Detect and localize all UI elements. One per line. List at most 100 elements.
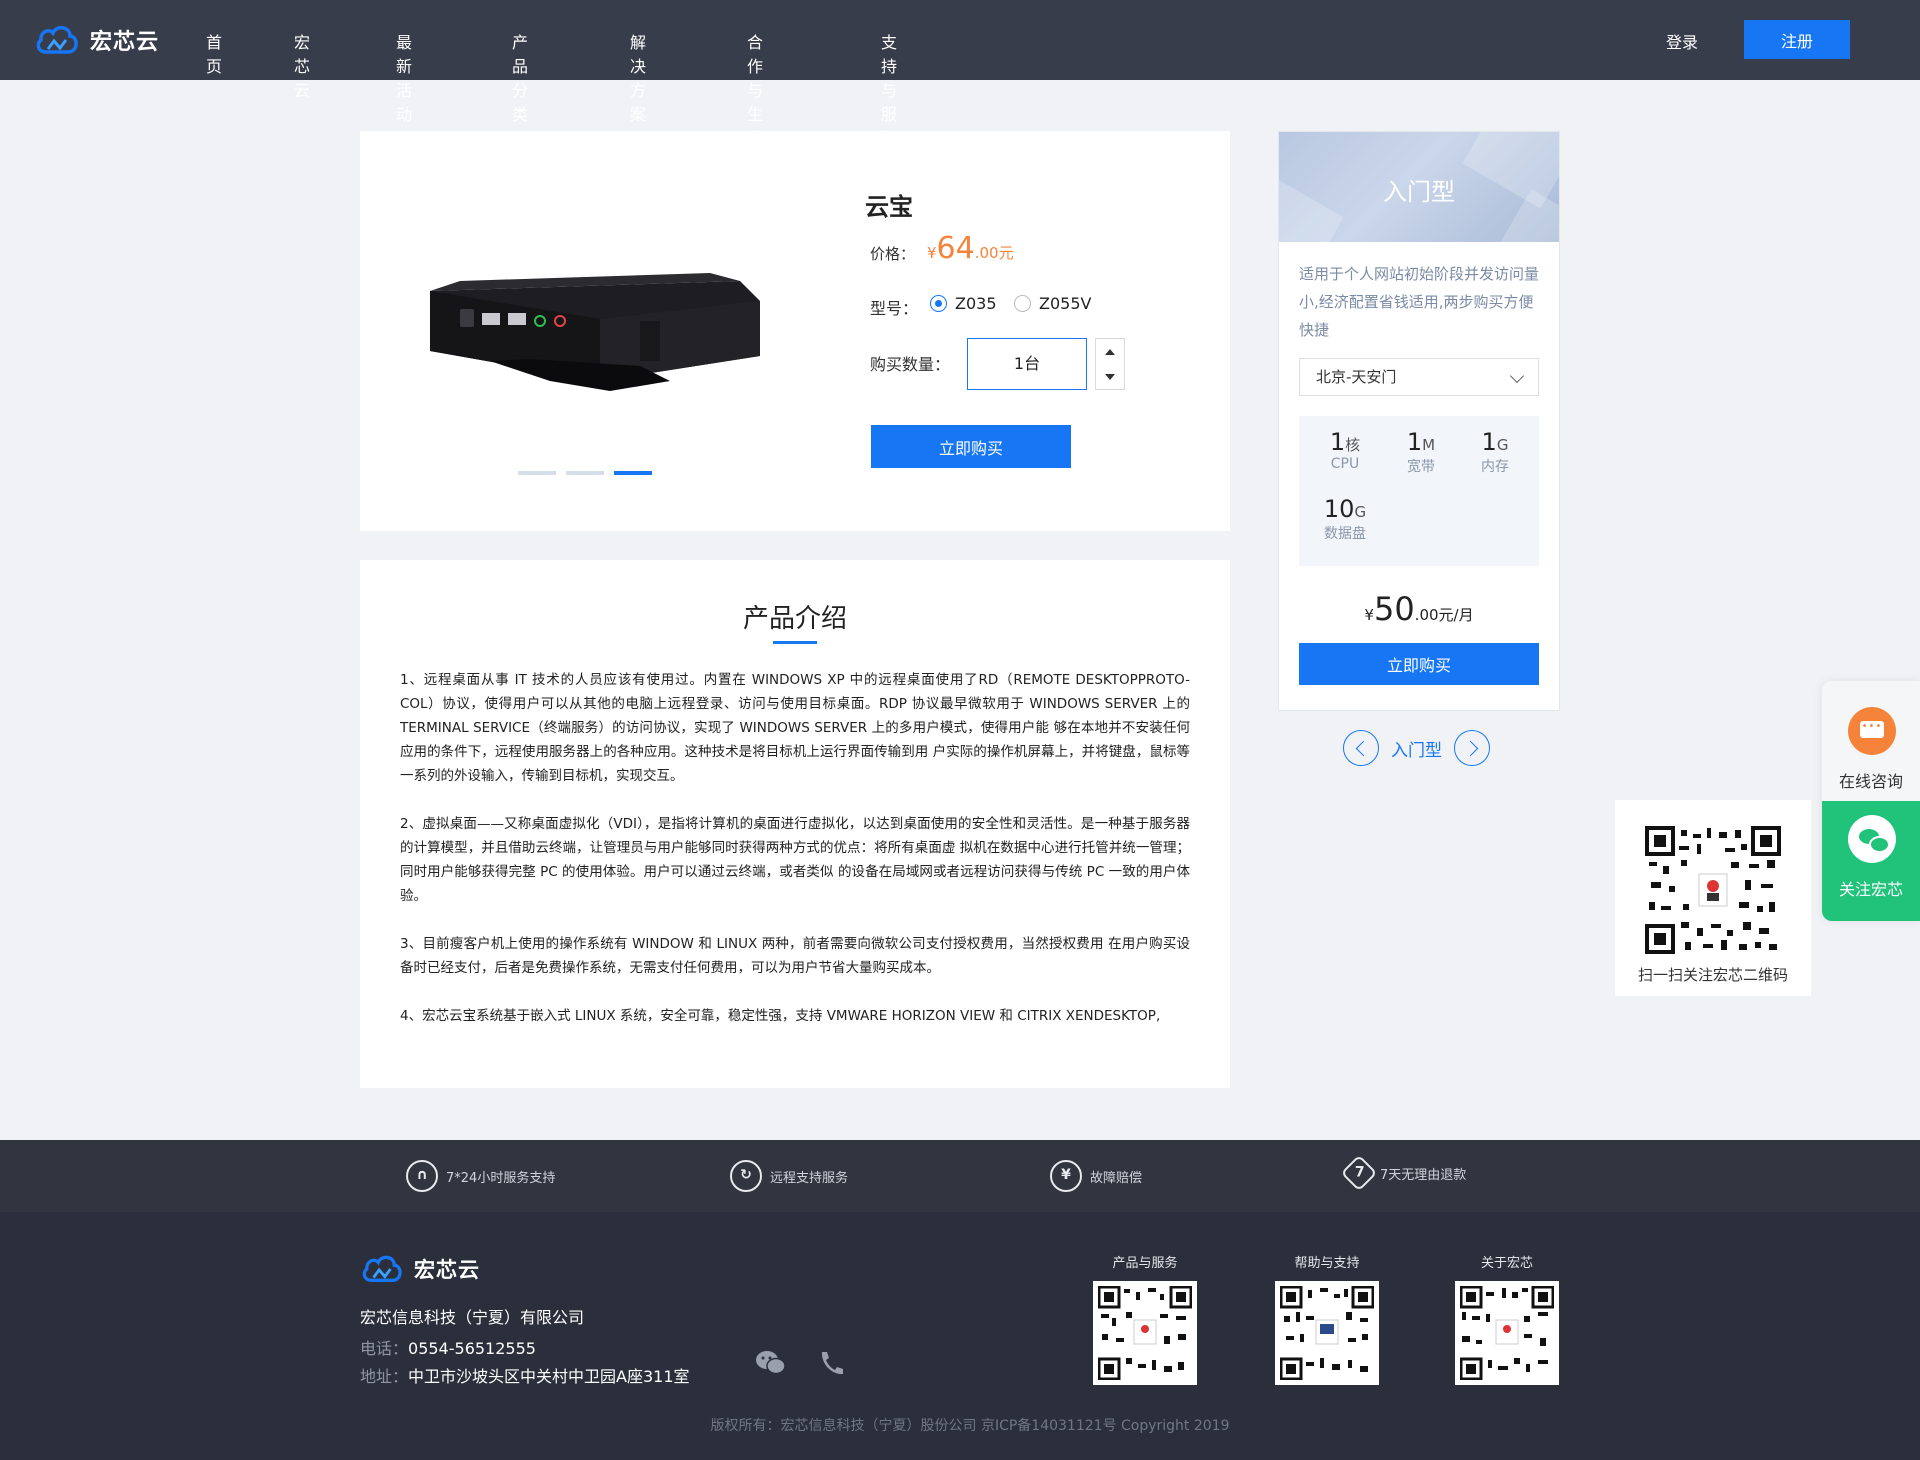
feature-label: 远程支持服务: [770, 1170, 849, 1186]
qr-code-icon: [1455, 1281, 1559, 1385]
nav-home[interactable]: 首页: [206, 29, 222, 77]
carousel-dot[interactable]: [566, 471, 604, 475]
wechat-icon[interactable]: [755, 1349, 787, 1377]
carousel-dot-active[interactable]: [614, 471, 652, 475]
plan-banner: 入门型: [1279, 132, 1559, 242]
footer-brand-name: 宏芯云: [414, 1258, 480, 1282]
plan-card: 入门型 适用于个人网站初始阶段并发访问量小,经济配置省钱适用,两步购买方便快捷 …: [1278, 131, 1560, 711]
phone-value: 0554-56512555: [408, 1339, 536, 1358]
brand-logo[interactable]: 宏芯云: [34, 22, 159, 58]
intro-paragraph: 4、宏芯云宝系统基于嵌入式 LINUX 系统，安全可靠，稳定性强，支持 VMWA…: [400, 1008, 1161, 1024]
intro-paragraph: 1、远程桌面从事 IT 技术的人员应该有使用过。内置在 WINDOWS XP 中…: [400, 672, 1190, 784]
floating-contact-panel: 在线咨询 关注宏芯: [1822, 681, 1920, 921]
nav-latest-events[interactable]: 最新活动: [396, 29, 412, 125]
carousel-indicators: [518, 471, 652, 475]
radio-unchecked-icon: [1014, 295, 1031, 312]
spec-unit: M: [1422, 436, 1436, 454]
spec-name: 内存: [1481, 459, 1509, 475]
plan-description: 适用于个人网站初始阶段并发访问量小,经济配置省钱适用,两步购买方便快捷: [1299, 265, 1540, 339]
feature-fault-compensation: ¥ 故障赔偿: [1050, 1160, 1142, 1192]
product-price: ¥64.00元: [927, 231, 1014, 266]
spec-value: 1: [1329, 428, 1346, 456]
online-consult-button[interactable]: 在线咨询: [1822, 681, 1920, 801]
follow-label: 关注宏芯: [1838, 880, 1903, 899]
phone-icon[interactable]: [816, 1349, 848, 1377]
copyright: 版权所有：宏芯信息科技（宁夏）股份公司 京ICP备14031121号 Copyr…: [710, 1418, 1230, 1434]
region-select[interactable]: 北京-天安门: [1299, 358, 1539, 396]
quantity-label: 购买数量：: [870, 355, 951, 374]
nav-product-categories[interactable]: 产品分类: [512, 29, 528, 125]
spec-name: 宽带: [1407, 459, 1435, 475]
footer-logo: 宏芯云: [360, 1252, 480, 1286]
phone-label: 电话：: [360, 1339, 409, 1358]
wechat-qr-popup: 扫一扫关注宏芯二维码: [1615, 800, 1811, 996]
model-option-z055v[interactable]: Z055V: [1014, 294, 1091, 313]
price-label: 价格：: [870, 245, 916, 263]
plan-buy-button[interactable]: 立即购买: [1299, 643, 1539, 685]
product-intro-card: 产品介绍 1、远程桌面从事 IT 技术的人员应该有使用过。内置在 WINDOWS…: [360, 560, 1230, 1088]
intro-title: 产品介绍: [742, 604, 847, 634]
feature-label: 故障赔偿: [1090, 1170, 1143, 1186]
cloud-logo-icon: [362, 1255, 402, 1282]
yuan-icon: ¥: [1050, 1160, 1082, 1192]
address-label: 地址：: [360, 1367, 409, 1386]
carousel-dot[interactable]: [518, 471, 556, 475]
spec-unit: G: [1354, 503, 1367, 521]
register-button[interactable]: 注册: [1744, 20, 1850, 59]
seven-day-icon: 7: [1340, 1154, 1378, 1192]
qr-code-icon: [1645, 826, 1781, 954]
product-card: 云宝 价格： ¥64.00元 型号： Z035 Z055V 购买数量： 1台 立…: [360, 131, 1230, 531]
qr-about-hongxin: 关于宏芯: [1455, 1252, 1559, 1385]
spec-name: CPU: [1330, 456, 1360, 472]
qr-products-services: 产品与服务: [1093, 1252, 1197, 1385]
title-underline: [773, 641, 817, 644]
feature-label: 7天无理由退款: [1380, 1167, 1467, 1183]
price-decimal: .00: [1414, 606, 1439, 624]
spec-unit: 核: [1345, 436, 1361, 454]
region-value: 北京-天安门: [1316, 368, 1397, 386]
nav-solutions[interactable]: 解决方案: [630, 29, 646, 125]
qr-code-icon: [1093, 1281, 1197, 1385]
increment-arrow-icon[interactable]: [1105, 348, 1115, 355]
feature-remote-support: ↻ 远程支持服务: [730, 1160, 848, 1192]
headset-icon: ∩: [406, 1160, 438, 1192]
plan-switch-label[interactable]: 入门型: [1391, 736, 1442, 761]
spec-value: 1: [1406, 428, 1423, 456]
follow-wechat-button[interactable]: 关注宏芯: [1822, 801, 1920, 921]
plan-price: ¥50.00元/月: [1279, 590, 1559, 628]
feature-24h-support: ∩ 7*24小时服务支持: [406, 1160, 555, 1192]
chat-bubble-icon: [1848, 707, 1896, 755]
model-label: 型号：: [870, 299, 919, 318]
nav-hongxinyun[interactable]: 宏芯云: [294, 29, 310, 101]
decrement-arrow-icon[interactable]: [1105, 373, 1115, 380]
chevron-left-icon[interactable]: [1343, 730, 1379, 766]
quantity-stepper[interactable]: [1095, 338, 1125, 390]
qr-caption: 产品与服务: [1112, 1256, 1178, 1271]
login-link[interactable]: 登录: [1666, 29, 1698, 53]
feature-7day-refund: 7 7天无理由退款: [1340, 1154, 1467, 1192]
buy-now-button[interactable]: 立即购买: [871, 425, 1071, 468]
phone-row: 电话：0554-56512555: [360, 1335, 536, 1359]
address-value: 中卫市沙坡头区中关村中卫园A座311室: [408, 1367, 690, 1386]
feature-label: 7*24小时服务支持: [446, 1170, 556, 1186]
address-row: 地址：中卫市沙坡头区中关村中卫园A座311室: [360, 1363, 690, 1387]
chevron-right-icon[interactable]: [1454, 730, 1490, 766]
wechat-icon: [1848, 815, 1896, 863]
intro-paragraph: 2、虚拟桌面——又称桌面虚拟化（VDI），是指将计算机的桌面进行虚拟化，以达到桌…: [400, 816, 1190, 904]
qr-help-support: 帮助与支持: [1275, 1252, 1379, 1385]
price-integer: 50: [1373, 590, 1415, 628]
model-option-z035[interactable]: Z035: [930, 294, 997, 313]
quantity-input[interactable]: 1台: [967, 338, 1087, 390]
qr-caption: 关于宏芯: [1480, 1256, 1533, 1271]
model-option-label: Z055V: [1039, 294, 1092, 313]
spec-value: 10: [1323, 495, 1355, 523]
spec-bandwidth: 1M 宽带: [1391, 428, 1451, 476]
spec-disk: 10G 数据盘: [1315, 495, 1375, 543]
model-option-label: Z035: [955, 294, 997, 313]
top-navbar: 宏芯云 首页 宏芯云 最新活动 产品分类 解决方案 合作与生态 支持与服务 登录…: [0, 0, 1920, 148]
price-integer: 64: [936, 231, 975, 266]
price-currency: ¥: [1364, 606, 1374, 624]
qr-caption: 扫一扫关注宏芯二维码: [1637, 966, 1788, 984]
service-features-strip: ∩ 7*24小时服务支持 ↻ 远程支持服务 ¥ 故障赔偿 7 7天无理由退款: [0, 1140, 1920, 1212]
spec-memory: 1G 内存: [1465, 428, 1525, 476]
